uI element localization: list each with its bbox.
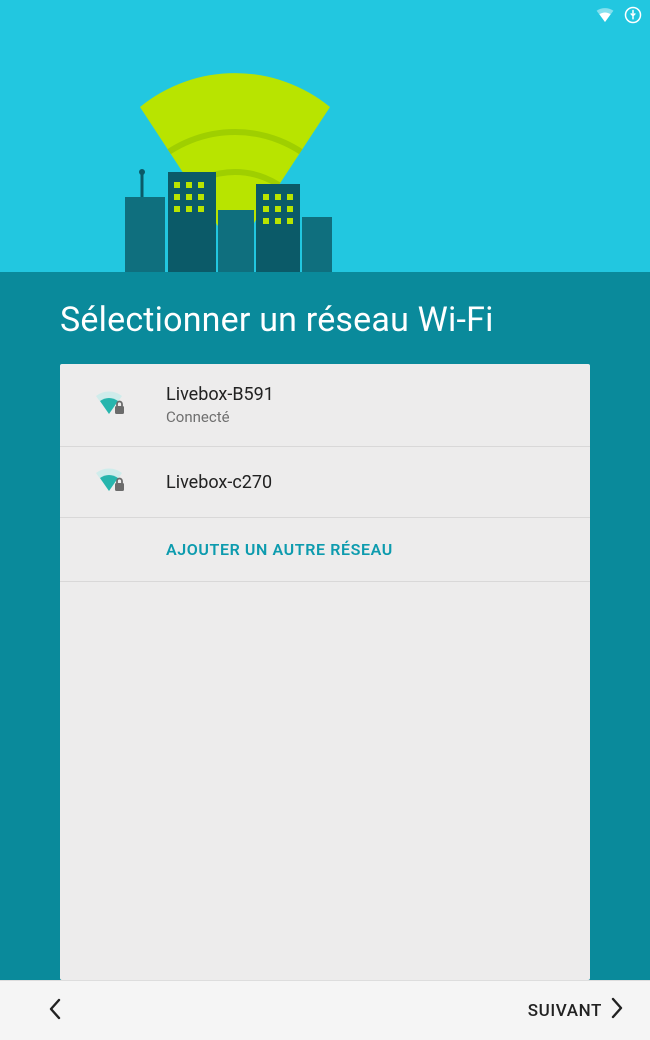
hero-banner	[0, 0, 650, 272]
next-button-label: SUIVANT	[528, 1001, 602, 1021]
next-button[interactable]: SUIVANT	[524, 989, 628, 1032]
wifi-network-item[interactable]: Livebox-c270	[60, 447, 590, 518]
add-network-label: AJOUTER UN AUTRE RÉSEAU	[166, 540, 393, 559]
back-button[interactable]	[40, 990, 70, 1032]
wifi-ssid-label: Livebox-c270	[166, 472, 570, 493]
wifi-secure-icon	[96, 390, 126, 420]
wifi-network-item[interactable]: Livebox-B591 Connecté	[60, 364, 590, 447]
wifi-setup-screen: Sélectionner un réseau Wi-Fi Livebox	[0, 0, 650, 1040]
wifi-ssid-label: Livebox-B591	[166, 384, 570, 405]
wifi-secure-icon	[96, 467, 126, 497]
sync-status-icon	[624, 6, 642, 24]
card-empty-area	[60, 582, 590, 980]
hero-illustration	[90, 62, 350, 272]
footer-bar: SUIVANT	[0, 980, 650, 1040]
network-list-card: Livebox-B591 Connecté	[60, 364, 590, 980]
wifi-status-label: Connecté	[166, 408, 570, 426]
chevron-right-icon	[610, 997, 624, 1024]
wifi-status-icon	[596, 8, 614, 22]
add-network-button[interactable]: AJOUTER UN AUTRE RÉSEAU	[60, 518, 590, 582]
status-bar	[596, 6, 642, 24]
cityscape-icon	[90, 162, 370, 272]
chevron-left-icon	[48, 1005, 62, 1024]
page-title: Sélectionner un réseau Wi-Fi	[60, 300, 590, 340]
